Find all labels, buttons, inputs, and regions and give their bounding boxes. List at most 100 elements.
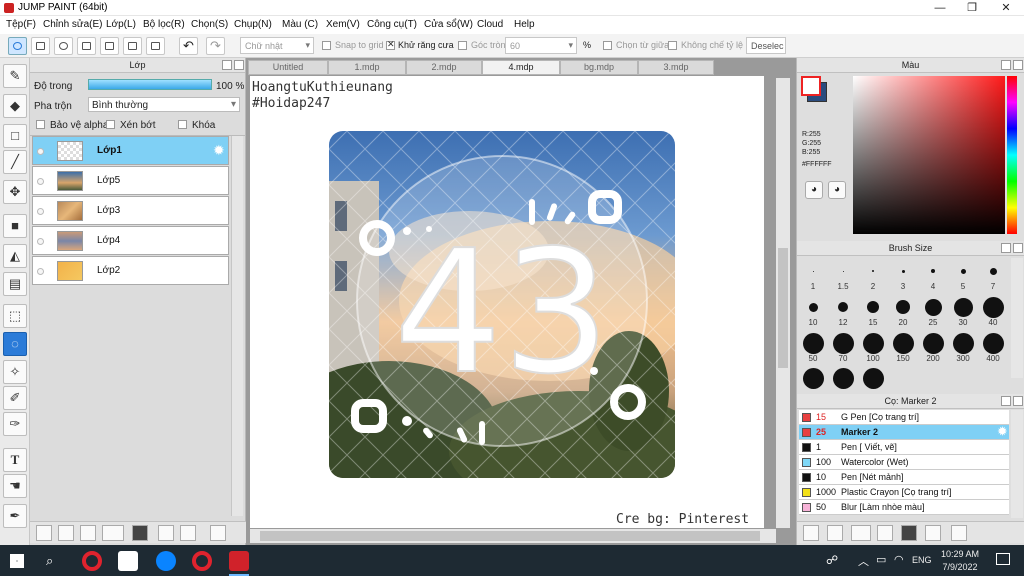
- scroll-thumb[interactable]: [778, 248, 788, 368]
- visibility-icon[interactable]: [37, 238, 44, 245]
- brush-size-option[interactable]: 400: [979, 332, 1007, 363]
- tab-4-mdp[interactable]: 4.mdp: [482, 60, 560, 75]
- check-icon[interactable]: [8, 37, 27, 55]
- deselect-button[interactable]: Deselec: [746, 37, 786, 54]
- opacity-slider[interactable]: [88, 79, 212, 90]
- brush-folder-icon[interactable]: [827, 525, 843, 541]
- comment-icon[interactable]: [77, 37, 96, 55]
- brush-size-option[interactable]: 50: [799, 332, 827, 363]
- gear-icon[interactable]: ✹: [213, 142, 225, 159]
- brush-size-option[interactable]: [829, 368, 857, 389]
- tab-untitled[interactable]: Untitled: [248, 60, 328, 75]
- new-layer-icon[interactable]: [36, 525, 52, 541]
- brush-add-icon[interactable]: [803, 525, 819, 541]
- maximize-icon[interactable]: [1001, 396, 1011, 406]
- windows-start-icon[interactable]: [10, 554, 24, 568]
- brush-list-item[interactable]: 50 Blur [Làm nhòe màu]: [799, 500, 1009, 515]
- new-8bit-layer-icon[interactable]: [58, 525, 74, 541]
- delete-layer-icon[interactable]: [210, 525, 226, 541]
- maximize-icon[interactable]: [222, 60, 232, 70]
- brush-size-option[interactable]: 5: [949, 260, 977, 291]
- people-icon[interactable]: ☍: [826, 553, 838, 567]
- brush-list-item[interactable]: 1000 Plastic Crayon [Cọ trang trí]: [799, 485, 1009, 500]
- brush-copy-icon[interactable]: [925, 525, 941, 541]
- document-icon[interactable]: [100, 37, 119, 55]
- menu-select[interactable]: Chọn(S): [191, 19, 228, 30]
- brush-size-option[interactable]: 150: [889, 332, 917, 363]
- add-layer-dropdown-icon[interactable]: [102, 525, 124, 541]
- close-panel-icon[interactable]: [234, 60, 244, 70]
- visibility-icon[interactable]: [37, 178, 44, 185]
- select-pen-tool-icon[interactable]: ✐: [3, 386, 27, 410]
- clipping-checkbox[interactable]: [106, 120, 115, 129]
- redo-icon[interactable]: ↷: [206, 37, 225, 55]
- select-rect-tool-icon[interactable]: ⬚: [3, 304, 27, 328]
- layer-row[interactable]: Lớp3: [32, 196, 229, 225]
- brush-list-item[interactable]: 1 Pen [ Viết, vẽ]: [799, 440, 1009, 455]
- brush-settings-icon[interactable]: [877, 525, 893, 541]
- grid-icon[interactable]: [146, 37, 165, 55]
- brush-size-option[interactable]: 1: [799, 260, 827, 291]
- text-tool-icon[interactable]: T: [3, 448, 27, 472]
- foreground-color-swatch[interactable]: [801, 76, 821, 96]
- magic-wand-tool-icon[interactable]: ✧: [3, 360, 27, 384]
- brush-list-item[interactable]: 10 Pen [Nét mảnh]: [799, 470, 1009, 485]
- brush-list-item[interactable]: 15 G Pen [Cọ trang trí]: [799, 410, 1009, 425]
- brush-list-item[interactable]: 25 Marker 2 ✹: [799, 425, 1009, 440]
- list-icon[interactable]: [123, 37, 142, 55]
- menu-edit[interactable]: Chỉnh sửa(E): [43, 19, 103, 30]
- close-panel-icon[interactable]: [1013, 243, 1023, 253]
- merge-layer-icon[interactable]: [180, 525, 196, 541]
- palette-edit-icon[interactable]: ◕: [828, 181, 846, 199]
- visibility-icon[interactable]: [37, 268, 44, 275]
- select-from-center-checkbox[interactable]: [603, 41, 612, 50]
- menu-color[interactable]: Màu (C): [282, 19, 318, 30]
- brush-size-option[interactable]: 300: [949, 332, 977, 363]
- corner-round-checkbox[interactable]: [458, 41, 467, 50]
- menu-help[interactable]: Help: [514, 19, 535, 30]
- brush-size-option[interactable]: 70: [829, 332, 857, 363]
- lock-checkbox[interactable]: [178, 120, 187, 129]
- line-tool-icon[interactable]: ╱: [3, 150, 27, 174]
- brush-dropdown-icon[interactable]: [851, 525, 871, 541]
- brush-export-icon[interactable]: [901, 525, 917, 541]
- brush-size-option[interactable]: 15: [859, 296, 887, 327]
- vertical-scrollbar[interactable]: [776, 78, 790, 528]
- clock-time[interactable]: 10:29 AM: [938, 549, 982, 559]
- visibility-icon[interactable]: [37, 148, 44, 155]
- battery-icon[interactable]: ▭: [876, 553, 886, 566]
- brush-size-option[interactable]: 7: [979, 260, 1007, 291]
- antialias-checkbox[interactable]: [386, 39, 395, 50]
- opera-icon[interactable]: [82, 551, 102, 571]
- layer-scrollbar[interactable]: [231, 136, 243, 516]
- brush-size-option[interactable]: 100: [859, 332, 887, 363]
- menu-cloud[interactable]: Cloud: [477, 19, 503, 30]
- close-panel-icon[interactable]: [1013, 60, 1023, 70]
- brush-size-option[interactable]: 2: [859, 260, 887, 291]
- clock-date[interactable]: 7/9/2022: [938, 562, 982, 572]
- duplicate-layer-icon[interactable]: [158, 525, 174, 541]
- new-1bit-layer-icon[interactable]: [80, 525, 96, 541]
- export-icon[interactable]: [31, 37, 50, 55]
- zalo-icon[interactable]: [156, 551, 176, 571]
- brush-tool-icon[interactable]: ✎: [3, 64, 27, 88]
- folder-icon[interactable]: [132, 525, 148, 541]
- opera-gx-icon[interactable]: [192, 551, 212, 571]
- language-indicator[interactable]: ENG: [912, 555, 932, 565]
- tab-3-mdp[interactable]: 3.mdp: [638, 60, 714, 75]
- brush-size-option[interactable]: 40: [979, 296, 1007, 327]
- menu-tools[interactable]: Công cụ(T): [367, 19, 417, 30]
- snap-to-grid-checkbox[interactable]: [322, 41, 331, 50]
- fill-rect-tool-icon[interactable]: ■: [3, 214, 27, 238]
- search-icon[interactable]: ⌕: [46, 553, 53, 569]
- layer-row[interactable]: Lớp5: [32, 166, 229, 195]
- canvas[interactable]: HoangtuKuthieunang #Hoidap247 43 Cre bg:…: [250, 76, 764, 528]
- jump-paint-taskbar-icon[interactable]: [229, 551, 249, 571]
- speech-bubble-icon[interactable]: [54, 37, 73, 55]
- layer-row[interactable]: Lớp2: [32, 256, 229, 285]
- menu-filter[interactable]: Bộ lọc(R): [143, 19, 185, 30]
- saturation-value-picker[interactable]: [853, 76, 1005, 234]
- layer-row[interactable]: Lớp4: [32, 226, 229, 255]
- undo-icon[interactable]: ↶: [179, 37, 198, 55]
- gear-icon[interactable]: ✹: [998, 425, 1007, 438]
